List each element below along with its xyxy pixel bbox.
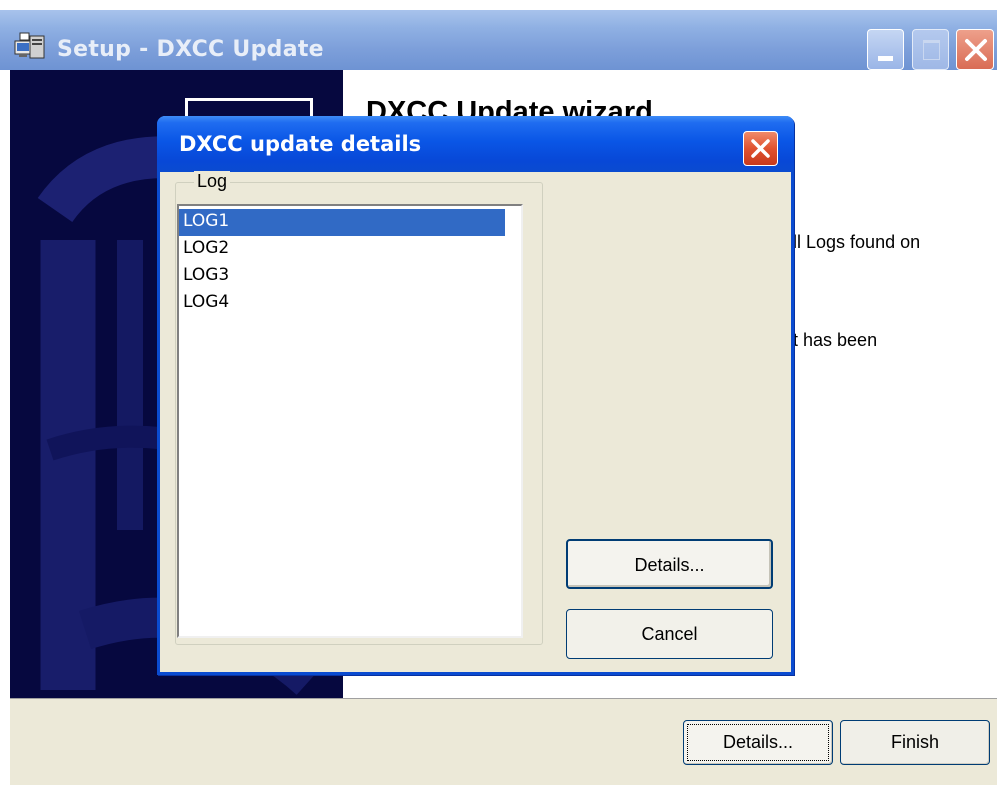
list-item[interactable]: LOG1	[179, 209, 505, 236]
log-group-label: Log	[194, 171, 231, 192]
dialog-close-button[interactable]	[743, 131, 778, 166]
list-item[interactable]: LOG4	[179, 290, 505, 317]
list-item[interactable]: LOG3	[179, 263, 505, 290]
dialog-details-button[interactable]: Details...	[566, 539, 773, 589]
window-title: Setup - DXCC Update	[57, 37, 324, 62]
cancel-button-label: Cancel	[641, 624, 698, 644]
close-icon	[751, 139, 770, 158]
body-text-1: all Logs found on	[783, 232, 921, 252]
dialog-titlebar[interactable]: DXCC update details	[157, 116, 794, 172]
maximize-icon	[923, 40, 940, 60]
window-close-button[interactable]	[956, 29, 994, 70]
log-listbox[interactable]: LOG1 LOG2 LOG3 LOG4	[177, 204, 523, 638]
cancel-button[interactable]: Cancel	[566, 609, 773, 659]
maximize-button[interactable]	[912, 29, 949, 70]
minimize-button[interactable]	[867, 29, 904, 70]
details-dialog: DXCC update details Log LOG1 LOG2 LOG3 L…	[157, 116, 794, 675]
minimize-icon	[878, 56, 893, 61]
finish-button-label: Finish	[890, 732, 939, 752]
dialog-details-label: Details...	[634, 555, 705, 575]
finish-button[interactable]: Finish	[840, 720, 990, 765]
list-item[interactable]: LOG2	[179, 236, 505, 263]
setup-computer-icon	[14, 32, 46, 60]
close-icon	[965, 39, 987, 61]
dialog-title: DXCC update details	[179, 132, 422, 156]
body-text-2: at has been	[783, 330, 878, 350]
focus-rect	[687, 724, 829, 761]
details-button[interactable]: Details...	[683, 720, 833, 765]
window-titlebar[interactable]: Setup - DXCC Update	[0, 10, 997, 70]
setup-window: Setup - DXCC Update DXCC Update wizard a…	[0, 0, 997, 785]
